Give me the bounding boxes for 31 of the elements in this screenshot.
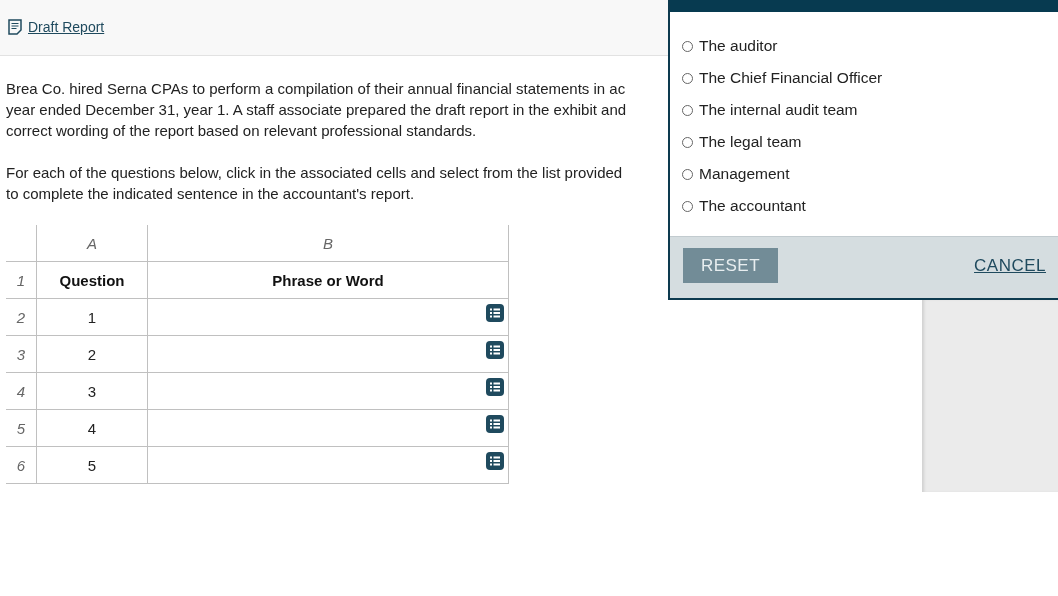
- row-number: 2: [16, 308, 26, 326]
- instruction-text: Brea Co. hired Serna CPAs to perform a compilation of their annual financial statements in ac year ended December 31, year 1. A staff associate prepared the draft report in the exhibit and correct wording of the report based on relevant professional standards.: [6, 79, 628, 141]
- question-number: 3: [87, 382, 97, 400]
- list-icon[interactable]: [486, 378, 504, 396]
- option-label[interactable]: The Chief Financial Officer: [699, 69, 883, 87]
- option-label[interactable]: The legal team: [699, 133, 802, 151]
- list-icon[interactable]: [486, 452, 504, 470]
- column-letter: B: [323, 234, 333, 252]
- row-number: 3: [16, 345, 26, 363]
- row-number: 5: [16, 419, 26, 437]
- row-number: 4: [16, 382, 26, 400]
- option-label[interactable]: The accountant: [699, 197, 806, 215]
- list-icon[interactable]: [486, 341, 504, 359]
- question-number: 1: [87, 308, 97, 326]
- option-label[interactable]: The auditor: [699, 37, 778, 55]
- column-heading: Phrase or Word: [272, 271, 384, 289]
- cancel-link[interactable]: CANCEL: [974, 255, 1046, 276]
- list-icon[interactable]: [486, 304, 504, 322]
- column-letter: A: [87, 234, 97, 252]
- question-number: 4: [87, 419, 97, 437]
- option-label[interactable]: Management: [699, 165, 790, 183]
- instruction-text: For each of the questions below, click in the associated cells and select from the list provided to complete the indicated sentence in the accountant's report.: [6, 163, 624, 204]
- question-number: 5: [87, 456, 97, 474]
- document-icon: [8, 18, 22, 35]
- column-heading: Question: [59, 271, 125, 289]
- option-label[interactable]: The internal audit team: [699, 101, 858, 119]
- question-number: 2: [87, 345, 97, 363]
- row-number: 1: [16, 271, 26, 289]
- row-number: 6: [16, 456, 26, 474]
- draft-report-link[interactable]: Draft Report: [28, 18, 105, 35]
- list-icon[interactable]: [486, 415, 504, 433]
